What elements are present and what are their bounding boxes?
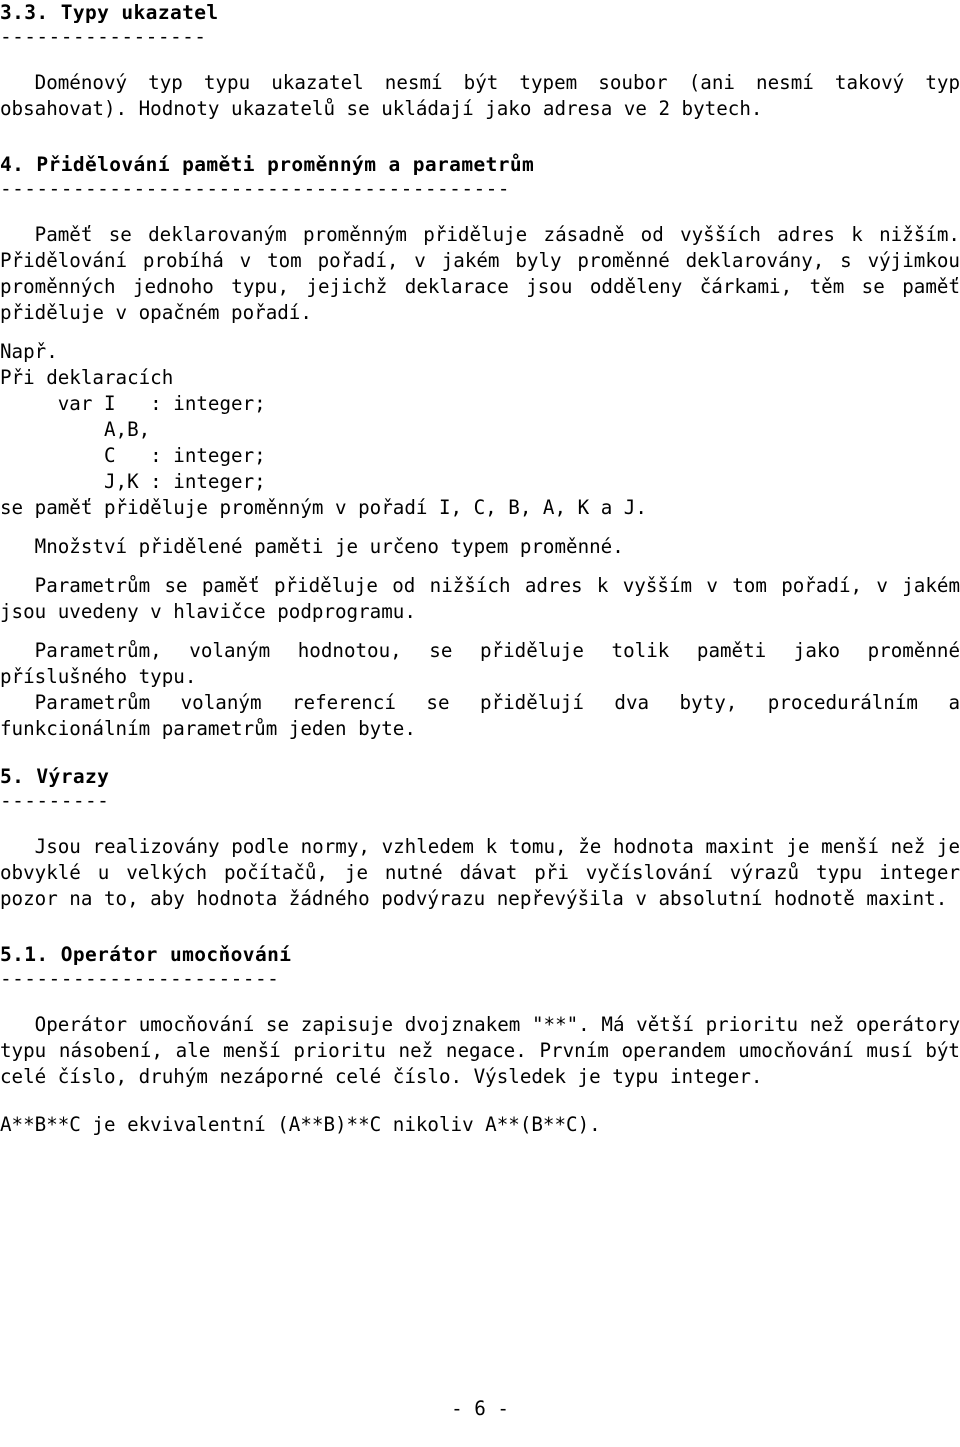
paragraph-4-3: Parametrům se paměť přiděluje od nižších… xyxy=(0,574,960,623)
code-line-var-i: var I : integer; xyxy=(0,392,266,415)
section-heading-5: 5. Výrazy xyxy=(0,765,110,788)
page-number: - 6 - xyxy=(451,1397,509,1420)
code-line-c: C : integer; xyxy=(0,444,266,467)
section-heading-4: 4. Přidělování paměti proměnným a parame… xyxy=(0,153,535,176)
code-line-j-k: J,K : integer; xyxy=(0,470,266,493)
document-page: 3.3. Typy ukazatel ----------------- Dom… xyxy=(0,0,960,1447)
paragraph-4-5: Parametrům volaným referencí se přiděluj… xyxy=(0,691,960,740)
paragraph-4-4: Parametrům, volaným hodnotou, se přidělu… xyxy=(0,639,960,688)
section-heading-5-1: 5.1. Operátor umocňování xyxy=(0,943,292,966)
section-heading-3-3: 3.3. Typy ukazatel xyxy=(0,1,219,24)
code-line-a-b: A,B, xyxy=(0,418,151,441)
example-intro-line-1: Např. xyxy=(0,340,58,363)
paragraph-4-1: Paměť se deklarovaným proměnným přiděluj… xyxy=(0,223,960,324)
example-intro-line-2: Při deklaracích xyxy=(0,366,174,389)
section-rule-5-1: ----------------------- xyxy=(0,967,280,990)
section-rule-4: ----------------------------------------… xyxy=(0,177,510,200)
paragraph-5-1: Jsou realizovány podle normy, vzhledem k… xyxy=(0,835,960,910)
section-rule-5: --------- xyxy=(0,789,110,812)
document-body: 3.3. Typy ukazatel ----------------- Dom… xyxy=(0,0,960,1138)
paragraph-5-1-1: Operátor umocňování se zapisuje dvojznak… xyxy=(0,1013,960,1088)
page-footer: - 6 - xyxy=(0,1396,960,1422)
example-result-line: se paměť přiděluje proměnným v pořadí I,… xyxy=(0,496,647,519)
section-rule-3-3: ----------------- xyxy=(0,25,207,48)
paragraph-4-2: Množství přidělené paměti je určeno type… xyxy=(34,535,624,558)
paragraph-5-1-2: A**B**C je ekvivalentní (A**B)**C nikoli… xyxy=(0,1113,601,1136)
paragraph-3-3-1: Doménový typ typu ukazatel nesmí být typ… xyxy=(0,71,960,120)
